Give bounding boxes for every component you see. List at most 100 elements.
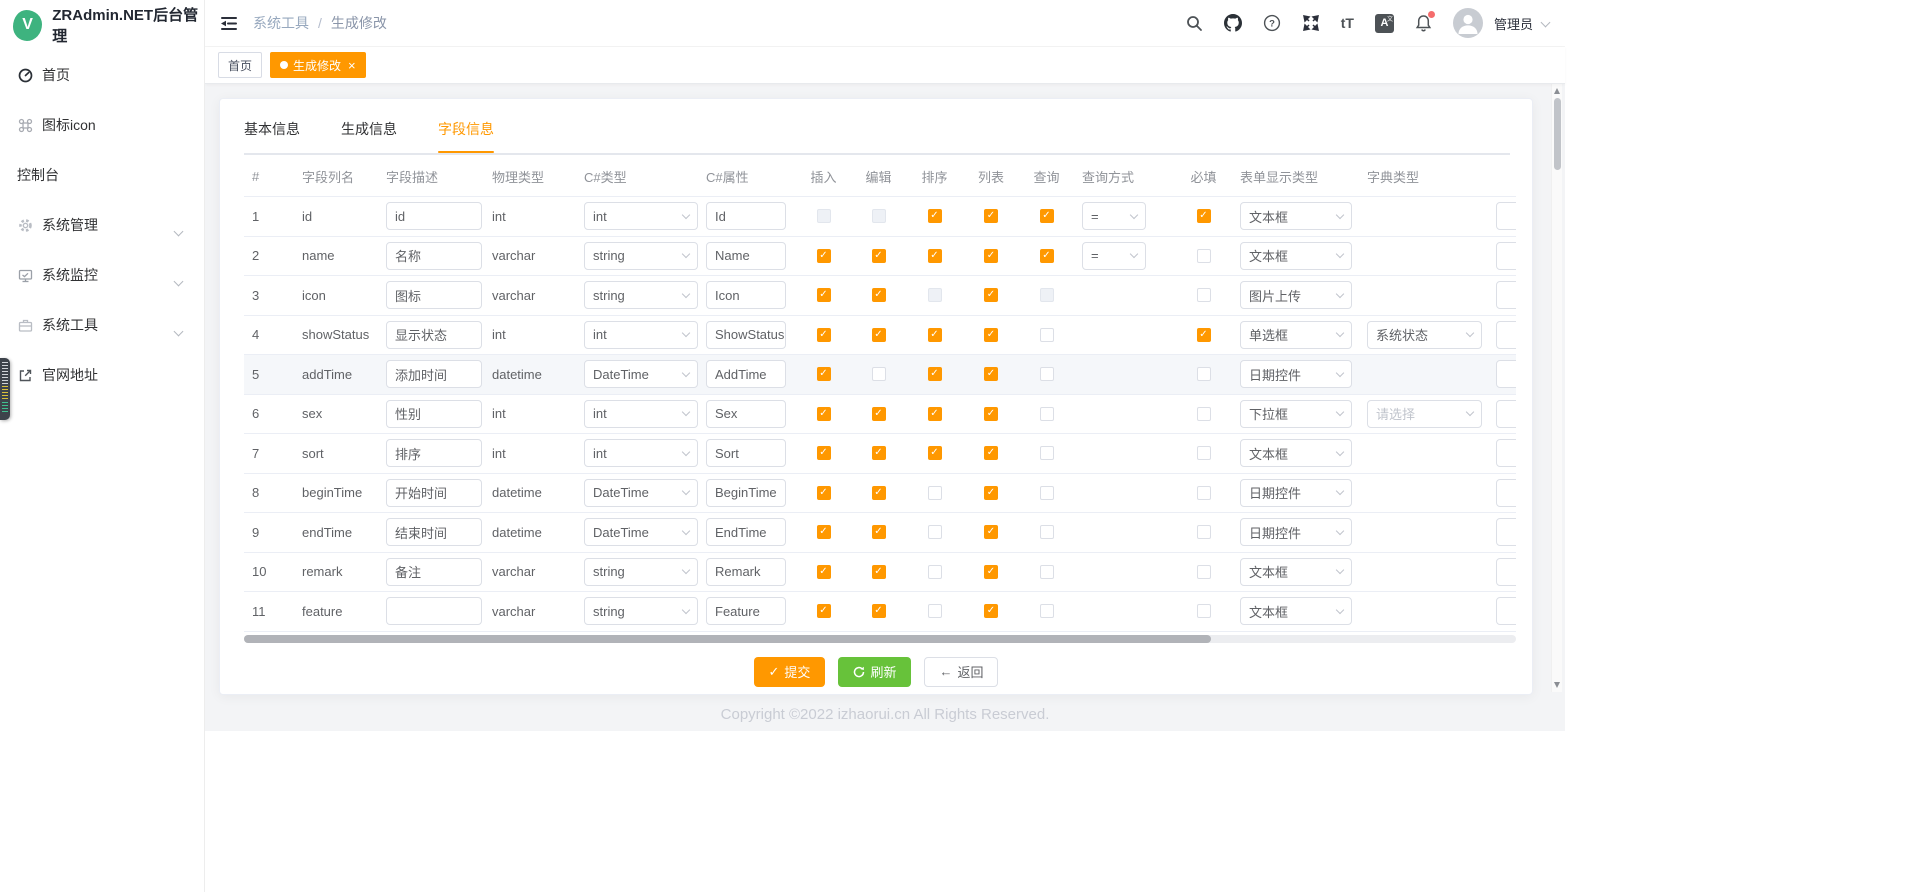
required-checkbox[interactable] bbox=[1197, 604, 1211, 618]
csharp-type-select[interactable]: int bbox=[584, 400, 698, 428]
extra-input[interactable] bbox=[1496, 281, 1516, 309]
required-checkbox[interactable]: ✓ bbox=[1197, 209, 1211, 223]
language-icon[interactable]: A文 bbox=[1375, 14, 1394, 33]
form-display-type-select[interactable]: 文本框 bbox=[1240, 558, 1352, 586]
tab-generate-info[interactable]: 生成信息 bbox=[341, 119, 397, 153]
edit-checkbox[interactable]: ✓ bbox=[872, 407, 886, 421]
field-desc-input[interactable] bbox=[386, 597, 482, 625]
edit-checkbox[interactable] bbox=[872, 209, 886, 223]
form-display-type-select[interactable]: 文本框 bbox=[1240, 439, 1352, 467]
query-checkbox[interactable] bbox=[1040, 407, 1054, 421]
list-checkbox[interactable]: ✓ bbox=[984, 486, 998, 500]
required-checkbox[interactable]: ✓ bbox=[1197, 328, 1211, 342]
extra-input[interactable] bbox=[1496, 439, 1516, 467]
tag-active[interactable]: 生成修改 × bbox=[270, 52, 366, 78]
list-checkbox[interactable]: ✓ bbox=[984, 446, 998, 460]
insert-checkbox[interactable]: ✓ bbox=[817, 288, 831, 302]
list-checkbox[interactable]: ✓ bbox=[984, 249, 998, 263]
extra-input[interactable] bbox=[1496, 558, 1516, 586]
insert-checkbox[interactable]: ✓ bbox=[817, 565, 831, 579]
query-checkbox[interactable] bbox=[1040, 446, 1054, 460]
insert-checkbox[interactable]: ✓ bbox=[817, 249, 831, 263]
list-checkbox[interactable]: ✓ bbox=[984, 604, 998, 618]
vertical-scrollbar-thumb[interactable] bbox=[1554, 98, 1561, 170]
edit-checkbox[interactable]: ✓ bbox=[872, 604, 886, 618]
breadcrumb-item[interactable]: 系统工具 bbox=[253, 13, 309, 33]
query-checkbox[interactable]: ✓ bbox=[1040, 209, 1054, 223]
list-checkbox[interactable]: ✓ bbox=[984, 565, 998, 579]
form-display-type-select[interactable]: 单选框 bbox=[1240, 321, 1352, 349]
required-checkbox[interactable] bbox=[1197, 486, 1211, 500]
edit-checkbox[interactable]: ✓ bbox=[872, 525, 886, 539]
query-checkbox[interactable] bbox=[1040, 565, 1054, 579]
csharp-type-select[interactable]: string bbox=[584, 281, 698, 309]
required-checkbox[interactable] bbox=[1197, 367, 1211, 381]
tab-basic-info[interactable]: 基本信息 bbox=[244, 119, 300, 153]
csharp-type-select[interactable]: DateTime bbox=[584, 479, 698, 507]
csharp-prop-input[interactable]: ShowStatus bbox=[706, 321, 786, 349]
insert-checkbox[interactable]: ✓ bbox=[817, 604, 831, 618]
query-method-select[interactable]: = bbox=[1082, 202, 1146, 230]
dict-type-select[interactable]: 系统状态 bbox=[1367, 321, 1482, 349]
required-checkbox[interactable] bbox=[1197, 288, 1211, 302]
form-display-type-select[interactable]: 文本框 bbox=[1240, 242, 1352, 270]
csharp-prop-input[interactable]: AddTime bbox=[706, 360, 786, 388]
edit-checkbox[interactable]: ✓ bbox=[872, 486, 886, 500]
submit-button[interactable]: ✓ 提交 bbox=[754, 657, 826, 687]
field-desc-input[interactable]: 结束时间 bbox=[386, 518, 482, 546]
csharp-type-select[interactable]: string bbox=[584, 597, 698, 625]
csharp-prop-input[interactable]: Remark bbox=[706, 558, 786, 586]
close-icon[interactable]: × bbox=[348, 59, 356, 72]
query-method-select[interactable]: = bbox=[1082, 242, 1146, 270]
extra-input[interactable] bbox=[1496, 400, 1516, 428]
sidebar-item-home[interactable]: 首页 bbox=[0, 50, 204, 100]
csharp-prop-input[interactable]: BeginTime bbox=[706, 479, 786, 507]
list-checkbox[interactable]: ✓ bbox=[984, 407, 998, 421]
sidebar-item-icons[interactable]: 图标icon bbox=[0, 100, 204, 150]
edit-checkbox[interactable] bbox=[872, 367, 886, 381]
back-button[interactable]: ← 返回 bbox=[924, 657, 998, 687]
sidebar-item-official-site[interactable]: 官网地址 bbox=[0, 350, 204, 400]
csharp-type-select[interactable]: string bbox=[584, 242, 698, 270]
sidebar-collapse-icon[interactable] bbox=[219, 16, 239, 31]
query-checkbox[interactable] bbox=[1040, 367, 1054, 381]
csharp-type-select[interactable]: int bbox=[584, 439, 698, 467]
insert-checkbox[interactable]: ✓ bbox=[817, 367, 831, 381]
insert-checkbox[interactable]: ✓ bbox=[817, 486, 831, 500]
sort-checkbox[interactable] bbox=[928, 604, 942, 618]
required-checkbox[interactable] bbox=[1197, 565, 1211, 579]
field-desc-input[interactable]: 备注 bbox=[386, 558, 482, 586]
extra-input[interactable] bbox=[1496, 479, 1516, 507]
github-icon[interactable] bbox=[1224, 14, 1242, 32]
extra-input[interactable] bbox=[1496, 242, 1516, 270]
extra-input[interactable] bbox=[1496, 202, 1516, 230]
form-display-type-select[interactable]: 文本框 bbox=[1240, 202, 1352, 230]
sort-checkbox[interactable]: ✓ bbox=[928, 249, 942, 263]
search-icon[interactable] bbox=[1186, 15, 1203, 32]
user-name[interactable]: 管理员 bbox=[1494, 14, 1533, 33]
csharp-type-select[interactable]: DateTime bbox=[584, 360, 698, 388]
list-checkbox[interactable]: ✓ bbox=[984, 367, 998, 381]
form-display-type-select[interactable]: 图片上传 bbox=[1240, 281, 1352, 309]
tab-field-info[interactable]: 字段信息 bbox=[438, 119, 494, 153]
field-desc-input[interactable]: 性别 bbox=[386, 400, 482, 428]
csharp-prop-input[interactable]: Sex bbox=[706, 400, 786, 428]
csharp-type-select[interactable]: DateTime bbox=[584, 518, 698, 546]
form-display-type-select[interactable]: 日期控件 bbox=[1240, 360, 1352, 388]
scroll-up-arrow[interactable] bbox=[1554, 88, 1560, 94]
extra-input[interactable] bbox=[1496, 518, 1516, 546]
required-checkbox[interactable] bbox=[1197, 407, 1211, 421]
insert-checkbox[interactable] bbox=[817, 209, 831, 223]
csharp-prop-input[interactable]: Feature bbox=[706, 597, 786, 625]
csharp-prop-input[interactable]: Sort bbox=[706, 439, 786, 467]
list-checkbox[interactable]: ✓ bbox=[984, 328, 998, 342]
edit-checkbox[interactable]: ✓ bbox=[872, 249, 886, 263]
edit-checkbox[interactable]: ✓ bbox=[872, 565, 886, 579]
vertical-scrollbar[interactable] bbox=[1551, 84, 1562, 692]
field-desc-input[interactable]: 添加时间 bbox=[386, 360, 482, 388]
sort-checkbox[interactable]: ✓ bbox=[928, 446, 942, 460]
horizontal-scrollbar[interactable] bbox=[244, 635, 1516, 643]
insert-checkbox[interactable]: ✓ bbox=[817, 328, 831, 342]
form-display-type-select[interactable]: 下拉框 bbox=[1240, 400, 1352, 428]
chevron-down-icon[interactable] bbox=[1542, 14, 1549, 29]
